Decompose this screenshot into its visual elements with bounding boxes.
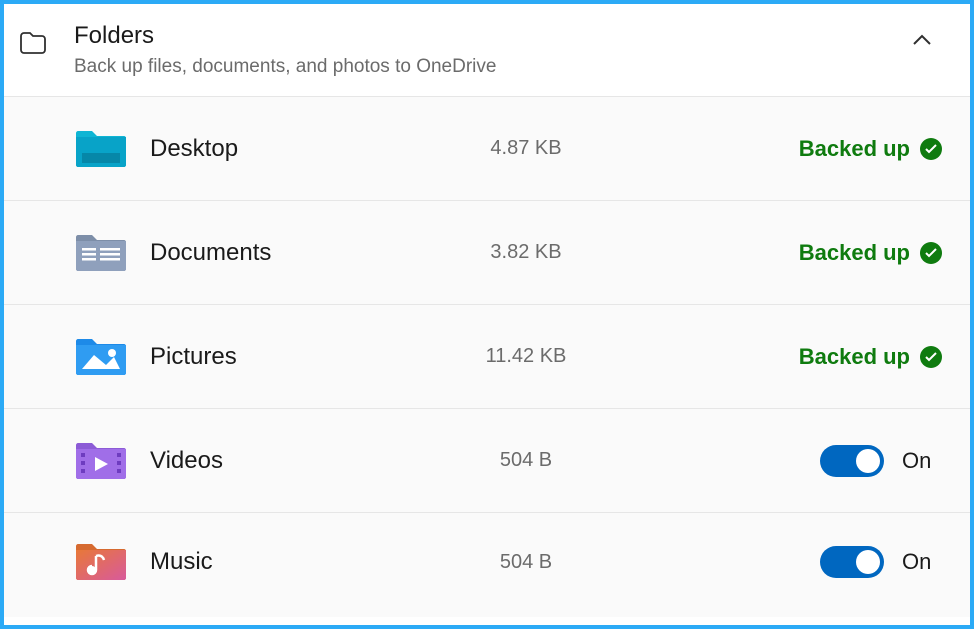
toggle-label: On (902, 448, 942, 474)
pictures-folder-icon (76, 335, 126, 379)
status-backed-up: Backed up (732, 136, 942, 162)
toggle-label: On (902, 549, 942, 575)
folder-size: 11.42 KB (410, 345, 732, 368)
section-header[interactable]: Folders Back up files, documents, and ph… (4, 4, 970, 97)
list-item[interactable]: Documents 3.82 KB Backed up (4, 201, 970, 305)
check-circle-icon (920, 346, 942, 368)
folder-size: 4.87 KB (410, 137, 732, 160)
folder-name: Pictures (150, 343, 410, 371)
folder-size: 504 B (410, 449, 732, 472)
status-label: Backed up (799, 136, 910, 162)
check-circle-icon (920, 242, 942, 264)
list-item[interactable]: Pictures 11.42 KB Backed up (4, 305, 970, 409)
status-label: Backed up (799, 344, 910, 370)
desktop-folder-icon (76, 127, 126, 171)
list-item[interactable]: Videos 504 B On (4, 409, 970, 513)
documents-folder-icon (76, 231, 126, 275)
list-item[interactable]: Desktop 4.87 KB Backed up (4, 97, 970, 201)
folder-name: Music (150, 548, 410, 576)
music-folder-icon (76, 540, 126, 584)
backup-toggle[interactable] (820, 445, 884, 477)
folder-name: Documents (150, 239, 410, 267)
folder-name: Videos (150, 447, 410, 475)
backup-toggle[interactable] (820, 546, 884, 578)
status-backed-up: Backed up (732, 240, 942, 266)
list-item[interactable]: Music 504 B On (4, 513, 970, 617)
folder-outline-icon (18, 28, 48, 58)
section-subtitle: Back up files, documents, and photos to … (74, 56, 902, 78)
section-title: Folders (74, 22, 902, 50)
status-toggle: On (732, 546, 942, 578)
window-frame: Folders Back up files, documents, and ph… (0, 0, 974, 629)
folder-size: 3.82 KB (410, 241, 732, 264)
videos-folder-icon (76, 439, 126, 483)
status-backed-up: Backed up (732, 344, 942, 370)
chevron-up-icon (912, 34, 932, 46)
folder-size: 504 B (410, 551, 732, 574)
status-toggle: On (732, 445, 942, 477)
toggle-knob (856, 550, 880, 574)
check-circle-icon (920, 138, 942, 160)
folder-name: Desktop (150, 135, 410, 163)
folder-list: Desktop 4.87 KB Backed up (4, 97, 970, 617)
status-label: Backed up (799, 240, 910, 266)
toggle-knob (856, 449, 880, 473)
collapse-button[interactable] (902, 34, 942, 46)
